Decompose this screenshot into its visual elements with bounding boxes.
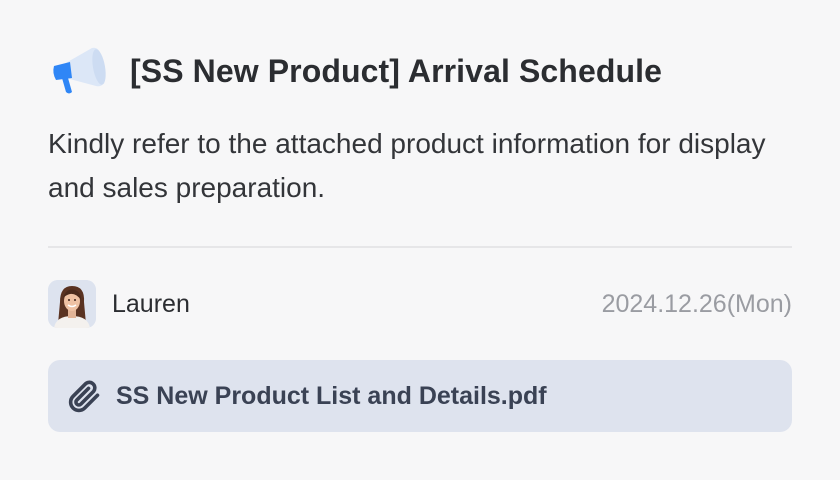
divider bbox=[48, 246, 792, 248]
megaphone-icon bbox=[48, 40, 110, 102]
author[interactable]: Lauren bbox=[48, 280, 190, 328]
attachment-filename[interactable]: SS New Product List and Details.pdf bbox=[116, 382, 547, 411]
announcement-card: [SS New Product] Arrival Schedule Kindly… bbox=[0, 0, 840, 480]
paperclip-icon bbox=[66, 378, 102, 414]
post-title: [SS New Product] Arrival Schedule bbox=[130, 52, 663, 89]
post-date: 2024.12.26(Mon) bbox=[601, 289, 792, 318]
attachment-button[interactable]: SS New Product List and Details.pdf bbox=[48, 360, 792, 432]
title-row: [SS New Product] Arrival Schedule bbox=[48, 40, 662, 102]
post-body: Kindly refer to the attached product inf… bbox=[48, 128, 766, 203]
avatar[interactable] bbox=[48, 280, 96, 328]
meta-row: Lauren 2024.12.26(Mon) bbox=[48, 280, 792, 328]
author-name: Lauren bbox=[112, 289, 190, 318]
